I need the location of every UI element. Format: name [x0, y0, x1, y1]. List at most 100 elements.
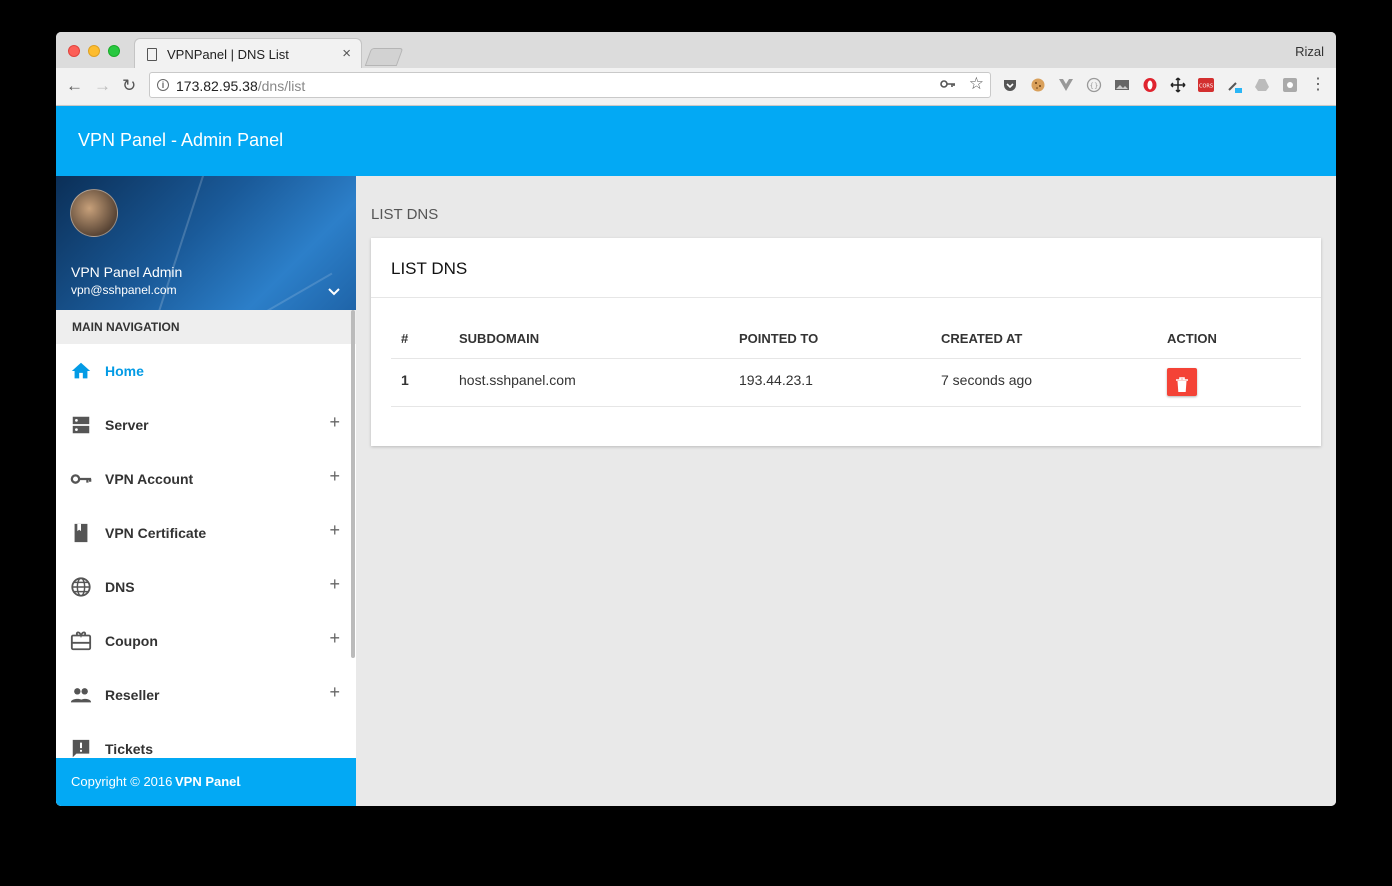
vue-extension-icon[interactable] — [1058, 77, 1074, 93]
globe-icon — [70, 576, 92, 598]
tab-strip: VPNPanel | DNS List × Rizal — [56, 32, 1336, 68]
sidebar-item-label: DNS — [105, 579, 135, 595]
page-icon — [147, 48, 157, 61]
sidebar-item-label: Reseller — [105, 687, 160, 703]
trash-icon — [1167, 377, 1197, 393]
column-header-subdomain: SUBDOMAIN — [459, 331, 540, 346]
row-subdomain: host.sshpanel.com — [459, 372, 576, 388]
row-pointed-to: 193.44.23.1 — [739, 372, 813, 388]
sidebar: VPN Panel Admin vpn@sshpanel.com MAIN NA… — [56, 176, 356, 806]
expand-plus-icon[interactable]: + — [329, 682, 340, 703]
admin-name: VPN Panel Admin — [71, 264, 183, 280]
sidebar-item-vpn-certificate[interactable]: VPN Certificate + — [56, 506, 356, 560]
sidebar-item-tickets[interactable]: Tickets — [56, 722, 356, 758]
browser-menu-icon[interactable]: ⋮ — [1310, 77, 1326, 93]
cookie-extension-icon[interactable] — [1030, 77, 1046, 93]
avatar — [70, 189, 118, 237]
browser-tab[interactable]: VPNPanel | DNS List × — [134, 38, 362, 68]
delete-button[interactable] — [1167, 368, 1197, 396]
main-content: LIST DNS LIST DNS # SUBDOMAIN POINTED TO… — [356, 176, 1336, 806]
sidebar-item-reseller[interactable]: Reseller + — [56, 668, 356, 722]
column-header-number: # — [401, 331, 409, 346]
column-header-pointed-to: POINTED TO — [739, 331, 819, 346]
cors-extension-icon[interactable]: CORS — [1198, 77, 1214, 93]
user-info-panel: VPN Panel Admin vpn@sshpanel.com — [56, 176, 356, 310]
sidebar-item-label: VPN Certificate — [105, 525, 207, 541]
back-button[interactable]: ← — [66, 76, 83, 96]
new-tab-button[interactable] — [364, 48, 404, 66]
tab-title: VPNPanel | DNS List — [167, 47, 289, 62]
svg-text:CORS: CORS — [1199, 84, 1213, 90]
sidebar-item-label: Tickets — [105, 741, 153, 757]
drive-extension-icon[interactable] — [1254, 77, 1270, 93]
url-path: /dns/list — [257, 78, 306, 94]
image-extension-icon[interactable] — [1114, 77, 1130, 93]
sidebar-item-dns[interactable]: DNS + — [56, 560, 356, 614]
dropper-extension-icon[interactable] — [1226, 77, 1242, 93]
nav-header: MAIN NAVIGATION — [56, 310, 356, 344]
password-key-icon[interactable] — [940, 76, 956, 95]
minimize-window-button[interactable] — [88, 45, 100, 57]
app-brand[interactable]: VPN Panel - Admin Panel — [78, 130, 283, 151]
url-host: 173.82.95.38 — [176, 78, 258, 94]
footer-copyright: Copyright © 2016 — [71, 774, 173, 789]
sidebar-menu: Home Server + VPN Account + VPN Certific… — [56, 344, 356, 758]
move-extension-icon[interactable] — [1170, 77, 1186, 93]
row-created-at: 7 seconds ago — [941, 372, 1033, 388]
json-extension-icon[interactable]: {} — [1086, 77, 1102, 93]
dns-list-card: LIST DNS # SUBDOMAIN POINTED TO CREATED … — [371, 238, 1321, 446]
address-bar[interactable]: i 173.82.95.38/dns/list ☆ — [149, 72, 991, 98]
sidebar-item-vpn-account[interactable]: VPN Account + — [56, 452, 356, 506]
server-icon — [70, 414, 92, 436]
key-icon — [70, 468, 92, 490]
expand-plus-icon[interactable]: + — [329, 574, 340, 595]
browser-toolbar: ← → ↻ i 173.82.95.38/dns/list ☆ {} CORS … — [56, 68, 1336, 106]
forward-button[interactable]: → — [94, 76, 111, 96]
opera-extension-icon[interactable] — [1142, 77, 1158, 93]
card-title: LIST DNS — [391, 259, 468, 278]
maximize-window-button[interactable] — [108, 45, 120, 57]
url-text: 173.82.95.38/dns/list — [176, 78, 305, 94]
expand-plus-icon[interactable]: + — [329, 628, 340, 649]
book-icon — [70, 522, 92, 544]
browser-window: VPNPanel | DNS List × Rizal ← → ↻ i 173.… — [56, 32, 1336, 806]
sidebar-item-label: Coupon — [105, 633, 158, 649]
expand-plus-icon[interactable]: + — [329, 412, 340, 433]
tab-close-icon[interactable]: × — [342, 45, 351, 62]
row-number: 1 — [401, 372, 409, 388]
info-icon[interactable]: i — [157, 79, 169, 91]
extension-icon[interactable] — [1282, 77, 1298, 93]
sidebar-item-server[interactable]: Server + — [56, 398, 356, 452]
table-divider — [391, 358, 1301, 359]
sidebar-footer: Copyright © 2016 VPN Panel . — [56, 758, 356, 806]
app-header: VPN Panel - Admin Panel — [56, 106, 1336, 176]
admin-email: vpn@sshpanel.com — [71, 283, 177, 297]
svg-text:{}: {} — [1090, 82, 1099, 90]
page-title: LIST DNS — [371, 206, 439, 223]
feedback-icon — [70, 738, 92, 758]
column-header-created-at: CREATED AT — [941, 331, 1023, 346]
bookmark-star-icon[interactable]: ☆ — [969, 74, 984, 94]
table-divider — [391, 406, 1301, 407]
card-header: LIST DNS — [371, 238, 1321, 298]
sidebar-item-home[interactable]: Home — [56, 344, 356, 398]
expand-plus-icon[interactable]: + — [329, 466, 340, 487]
pocket-extension-icon[interactable] — [1002, 77, 1018, 93]
gift-card-icon — [70, 630, 92, 652]
sidebar-item-label: VPN Account — [105, 471, 194, 487]
browser-user-name[interactable]: Rizal — [1295, 44, 1324, 59]
close-window-button[interactable] — [68, 45, 80, 57]
decorative-line — [201, 272, 333, 310]
column-header-action: ACTION — [1167, 331, 1217, 346]
sidebar-item-label: Server — [105, 417, 149, 433]
people-icon — [70, 684, 92, 706]
sidebar-scrollbar[interactable] — [351, 310, 355, 658]
footer-period: . — [238, 774, 242, 789]
home-icon — [70, 360, 92, 382]
sidebar-item-coupon[interactable]: Coupon + — [56, 614, 356, 668]
expand-plus-icon[interactable]: + — [329, 520, 340, 541]
sidebar-item-label: Home — [105, 363, 144, 379]
chevron-down-icon[interactable] — [328, 284, 340, 300]
footer-brand-link[interactable]: VPN Panel — [175, 774, 240, 789]
reload-button[interactable]: ↻ — [122, 76, 136, 96]
